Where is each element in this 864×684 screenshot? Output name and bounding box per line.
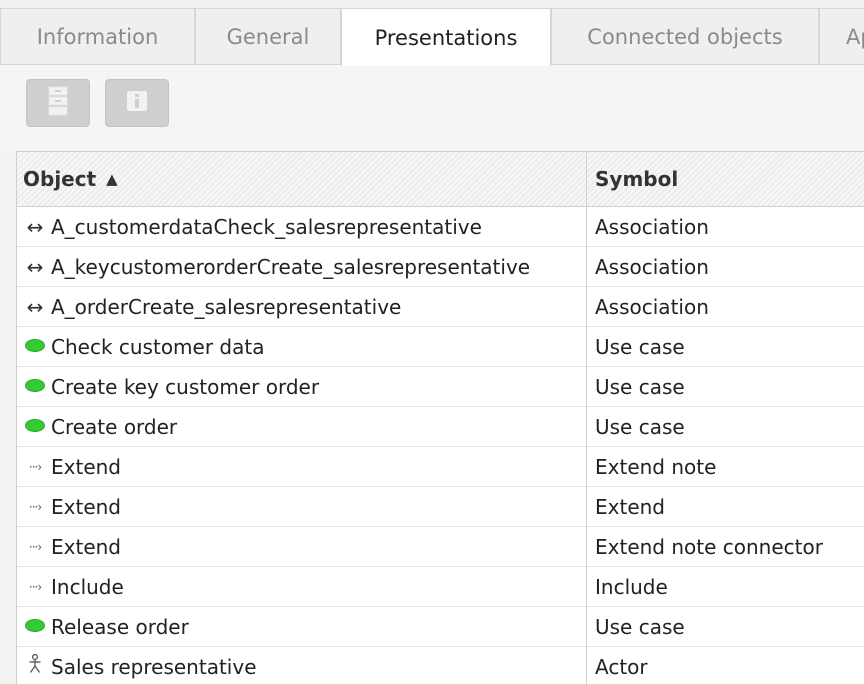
symbol-cell: Use case <box>586 327 864 366</box>
symbol-cell: Association <box>586 207 864 246</box>
object-name: A_customerdataCheck_salesrepresentative <box>51 214 482 239</box>
table-row[interactable]: Create key customer order Use case <box>17 367 864 407</box>
table-row[interactable]: ↔ A_customerdataCheck_salesrepresentative… <box>17 207 864 247</box>
properties-button[interactable] <box>26 79 90 127</box>
tab-bar: Information General Presentations Connec… <box>0 0 864 66</box>
use-case-icon <box>25 376 45 397</box>
table-row[interactable]: ···› Extend Extend note connector <box>17 527 864 567</box>
symbol-cell: Actor <box>586 647 864 684</box>
tab-label: Connected objects <box>587 24 783 49</box>
symbol-name: Extend note connector <box>595 534 823 559</box>
symbol-cell: Extend note <box>586 447 864 486</box>
properties-icon <box>47 86 69 120</box>
symbol-name: Use case <box>595 614 685 639</box>
dependency-arrow-icon: ···› <box>28 499 42 514</box>
object-cell: ↔ A_keycustomerorderCreate_salesrepresent… <box>17 247 586 286</box>
object-name: Sales representative <box>51 654 257 679</box>
symbol-name: Actor <box>595 654 648 679</box>
object-cell: Release order <box>17 607 586 646</box>
object-cell: ···› Extend <box>17 487 586 526</box>
table-row[interactable]: Release order Use case <box>17 607 864 647</box>
symbol-cell: Extend <box>586 487 864 526</box>
association-icon: ↔ <box>26 254 44 279</box>
object-cell: Check customer data <box>17 327 586 366</box>
object-name: Include <box>51 574 124 599</box>
use-case-icon <box>25 616 45 637</box>
object-cell: ···› Include <box>17 567 586 606</box>
column-label: Symbol <box>595 167 679 191</box>
symbol-cell: Association <box>586 287 864 326</box>
table-row[interactable]: ···› Extend Extend <box>17 487 864 527</box>
tab-presentations[interactable]: Presentations <box>341 8 551 66</box>
dependency-arrow-icon: ···› <box>28 459 42 474</box>
table-row[interactable]: ···› Extend Extend note <box>17 447 864 487</box>
symbol-cell: Association <box>586 247 864 286</box>
presentations-table: Object ▲ Symbol ↔ A_customerdataCheck_sal… <box>16 151 864 684</box>
tab-label: General <box>226 24 310 49</box>
info-icon <box>125 89 149 117</box>
tab-general[interactable]: General <box>195 8 341 64</box>
tab-information[interactable]: Information <box>0 8 195 64</box>
symbol-cell: Use case <box>586 607 864 646</box>
symbol-cell: Use case <box>586 367 864 406</box>
symbol-name: Use case <box>595 414 685 439</box>
object-name: Create order <box>51 414 178 439</box>
tab-label: Presentations <box>374 25 518 50</box>
symbol-cell: Use case <box>586 407 864 446</box>
symbol-name: Association <box>595 214 709 239</box>
symbol-name: Association <box>595 294 709 319</box>
use-case-icon <box>25 336 45 357</box>
object-cell: Create key customer order <box>17 367 586 406</box>
symbol-name: Association <box>595 254 709 279</box>
symbol-name: Use case <box>595 334 685 359</box>
object-cell: ···› Extend <box>17 447 586 486</box>
object-name: Check customer data <box>51 334 265 359</box>
table-row[interactable]: ↔ A_keycustomerorderCreate_salesrepresent… <box>17 247 864 287</box>
object-name: Extend <box>51 494 121 519</box>
object-cell: ↔ A_orderCreate_salesrepresentative <box>17 287 586 326</box>
association-icon: ↔ <box>26 294 44 319</box>
symbol-name: Use case <box>595 374 685 399</box>
table-row[interactable]: Sales representative Actor <box>17 647 864 684</box>
object-name: A_orderCreate_salesrepresentative <box>51 294 402 319</box>
info-button[interactable] <box>105 79 169 127</box>
object-name: A_keycustomerorderCreate_salesrepresenta… <box>51 254 531 279</box>
column-label: Object <box>23 167 97 191</box>
symbol-cell: Extend note connector <box>586 527 864 566</box>
object-name: Create key customer order <box>51 374 320 399</box>
object-cell: ↔ A_customerdataCheck_salesrepresentative <box>17 207 586 246</box>
tab-connected-objects[interactable]: Connected objects <box>551 8 819 64</box>
table-row[interactable]: ↔ A_orderCreate_salesrepresentative Associ… <box>17 287 864 327</box>
tab-label: Information <box>36 24 159 49</box>
symbol-name: Extend <box>595 494 665 519</box>
object-name: Extend <box>51 454 121 479</box>
table-header: Object ▲ Symbol <box>17 152 864 207</box>
object-cell: ···› Extend <box>17 527 586 566</box>
toolbar <box>0 65 864 149</box>
object-name: Release order <box>51 614 189 639</box>
object-name: Extend <box>51 534 121 559</box>
dependency-arrow-icon: ···› <box>28 539 42 554</box>
association-icon: ↔ <box>26 214 44 239</box>
symbol-name: Include <box>595 574 668 599</box>
dependency-arrow-icon: ···› <box>28 579 42 594</box>
table-row[interactable]: ···› Include Include <box>17 567 864 607</box>
tab-attributes-partial[interactable]: Ap <box>819 8 864 64</box>
object-cell: Sales representative <box>17 647 586 684</box>
column-header-object[interactable]: Object ▲ <box>17 152 586 206</box>
actor-icon <box>25 653 45 679</box>
sort-ascending-icon: ▲ <box>106 170 118 188</box>
object-cell: Create order <box>17 407 586 446</box>
table-row[interactable]: Check customer data Use case <box>17 327 864 367</box>
symbol-cell: Include <box>586 567 864 606</box>
use-case-icon <box>25 416 45 437</box>
table-row[interactable]: Create order Use case <box>17 407 864 447</box>
column-header-symbol[interactable]: Symbol <box>586 152 864 206</box>
tab-label: Ap <box>846 24 864 49</box>
symbol-name: Extend note <box>595 454 717 479</box>
